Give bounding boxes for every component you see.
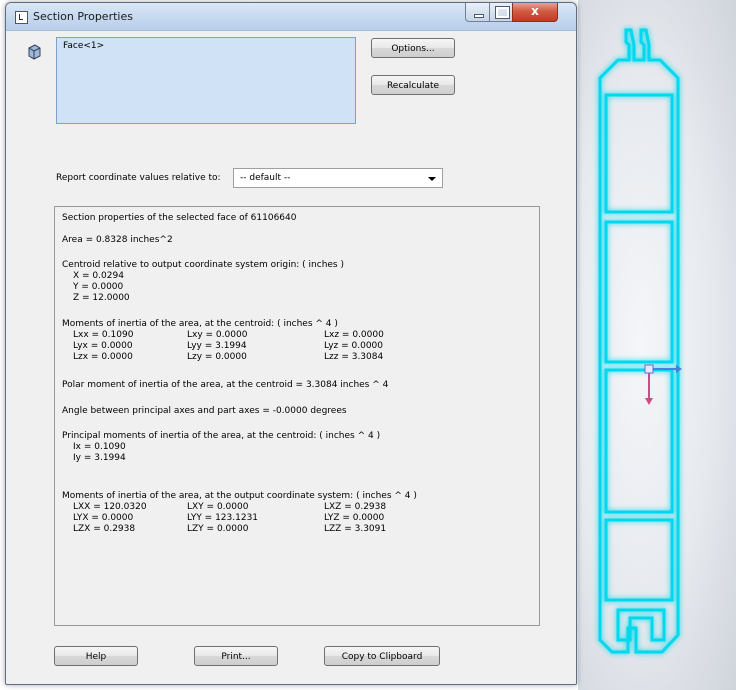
copy-to-clipboard-button[interactable]: Copy to Clipboard bbox=[324, 646, 440, 666]
moi-out-lxx: LXX = 120.0320 bbox=[73, 502, 147, 512]
selection-item-face[interactable]: Face<1> bbox=[63, 41, 104, 51]
polar-moment: Polar moment of inertia of the area, at … bbox=[62, 380, 389, 390]
section-properties-dialog: Section Properties x Face<1> Options... … bbox=[5, 2, 577, 685]
moi-out-lyy: LYY = 123.1231 bbox=[187, 513, 259, 523]
moi-lzz: Lzz = 3.3084 bbox=[324, 352, 384, 362]
recalculate-button[interactable]: Recalculate bbox=[371, 75, 455, 95]
centroid-x: X = 0.0294 bbox=[73, 271, 124, 281]
moi-out-lyx: LYX = 0.0000 bbox=[73, 513, 134, 523]
coordinate-system-dropdown[interactable]: -- default -- bbox=[233, 168, 443, 188]
results-text-area[interactable]: Section properties of the selected face … bbox=[54, 206, 540, 626]
moi-lxy: Lxy = 0.0000 bbox=[187, 330, 248, 340]
maximize-button[interactable] bbox=[489, 3, 514, 22]
moi-lyz: Lyz = 0.0000 bbox=[324, 341, 383, 351]
moi-lzy: Lzy = 0.0000 bbox=[187, 352, 247, 362]
moi-out-lzy: LZY = 0.0000 bbox=[187, 524, 249, 534]
moi-lxx: Lxx = 0.1090 bbox=[73, 330, 134, 340]
centroid-title: Centroid relative to output coordinate s… bbox=[62, 260, 344, 270]
moi-output-title: Moments of inertia of the area, at the o… bbox=[62, 491, 417, 501]
moi-centroid-title: Moments of inertia of the area, at the c… bbox=[62, 319, 338, 329]
face-icon bbox=[27, 44, 41, 63]
moi-out-lyz: LYZ = 0.0000 bbox=[324, 513, 385, 523]
moi-lzx: Lzx = 0.0000 bbox=[73, 352, 133, 362]
moi-lxz: Lxz = 0.0000 bbox=[324, 330, 384, 340]
window-title: Section Properties bbox=[33, 10, 133, 23]
profile-outline bbox=[598, 28, 680, 654]
close-icon: x bbox=[531, 4, 539, 18]
chevron-down-icon bbox=[428, 177, 436, 181]
moi-out-lxy: LXY = 0.0000 bbox=[187, 502, 249, 512]
selection-list[interactable]: Face<1> bbox=[56, 37, 356, 124]
title-bar[interactable]: Section Properties x bbox=[6, 3, 576, 31]
centroid-z: Z = 12.0000 bbox=[73, 293, 130, 303]
app-window-icon bbox=[15, 11, 28, 24]
minimize-button[interactable] bbox=[465, 3, 491, 22]
coordinate-system-label: Report coordinate values relative to: bbox=[56, 173, 221, 183]
principal-title: Principal moments of inertia of the area… bbox=[62, 431, 381, 441]
area-value: Area = 0.8328 inches^2 bbox=[62, 235, 173, 245]
coordinate-system-value: -- default -- bbox=[240, 173, 291, 183]
centroid-y: Y = 0.0000 bbox=[73, 282, 124, 292]
principal-ix: Ix = 0.1090 bbox=[73, 442, 126, 452]
section-profile-drawing bbox=[598, 28, 682, 654]
close-button[interactable]: x bbox=[512, 3, 558, 22]
results-header: Section properties of the selected face … bbox=[62, 213, 297, 223]
print-button[interactable]: Print... bbox=[194, 646, 278, 666]
moi-out-lzx: LZX = 0.2938 bbox=[73, 524, 136, 534]
moi-lyx: Lyx = 0.0000 bbox=[73, 341, 133, 351]
principal-angle: Angle between principal axes and part ax… bbox=[62, 406, 347, 416]
moi-out-lxz: LXZ = 0.2938 bbox=[324, 502, 387, 512]
moi-out-lzz: LZZ = 3.3091 bbox=[324, 524, 387, 534]
graphics-viewport[interactable] bbox=[578, 0, 736, 690]
help-button[interactable]: Help bbox=[54, 646, 138, 666]
principal-iy: Iy = 3.1994 bbox=[73, 453, 126, 463]
moi-lyy: Lyy = 3.1994 bbox=[187, 341, 247, 351]
options-button[interactable]: Options... bbox=[371, 38, 455, 58]
